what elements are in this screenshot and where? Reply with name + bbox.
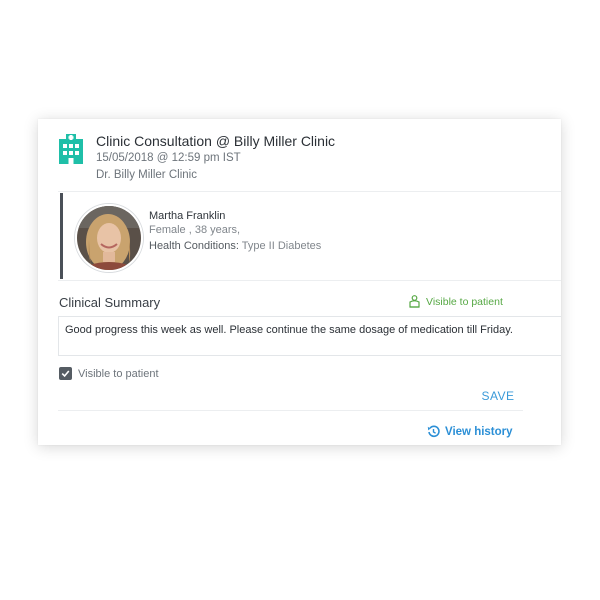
health-conditions-value: Type II Diabetes (241, 240, 322, 252)
patient-panel: Martha Franklin Female , 38 years, Healt… (60, 193, 561, 279)
clinical-summary-textarea[interactable]: Good progress this week as well. Please … (58, 316, 561, 356)
consultation-datetime: 15/05/2018 @ 12:59 pm IST (96, 152, 241, 164)
hospital-icon (58, 133, 84, 165)
visible-patient-icon (409, 295, 420, 308)
view-history-label[interactable]: View history (445, 426, 513, 438)
patient-name: Martha Franklin (149, 210, 226, 222)
view-history-link[interactable]: View history (427, 425, 513, 438)
visibility-badge: Visible to patient (409, 295, 503, 308)
checkbox-checked-icon[interactable] (59, 367, 72, 380)
save-button[interactable]: SAVE (461, 389, 535, 407)
visibility-badge-label: Visible to patient (426, 295, 503, 308)
divider (58, 191, 561, 192)
divider (58, 280, 561, 281)
history-icon (427, 425, 440, 438)
avatar (75, 204, 143, 272)
divider (58, 410, 523, 411)
consultation-title: Clinic Consultation @ Billy Miller Clini… (96, 133, 336, 149)
visible-to-patient-checkbox[interactable]: Visible to patient (59, 367, 159, 380)
checkbox-label: Visible to patient (78, 367, 159, 380)
health-conditions: Health Conditions: Type II Diabetes (149, 240, 321, 252)
clinical-summary-title: Clinical Summary (59, 295, 161, 310)
consultation-card: Clinic Consultation @ Billy Miller Clini… (38, 119, 561, 445)
consultation-doctor: Dr. Billy Miller Clinic (96, 169, 197, 181)
patient-details: Female , 38 years, (149, 224, 241, 236)
health-conditions-label: Health Conditions: (149, 240, 239, 252)
